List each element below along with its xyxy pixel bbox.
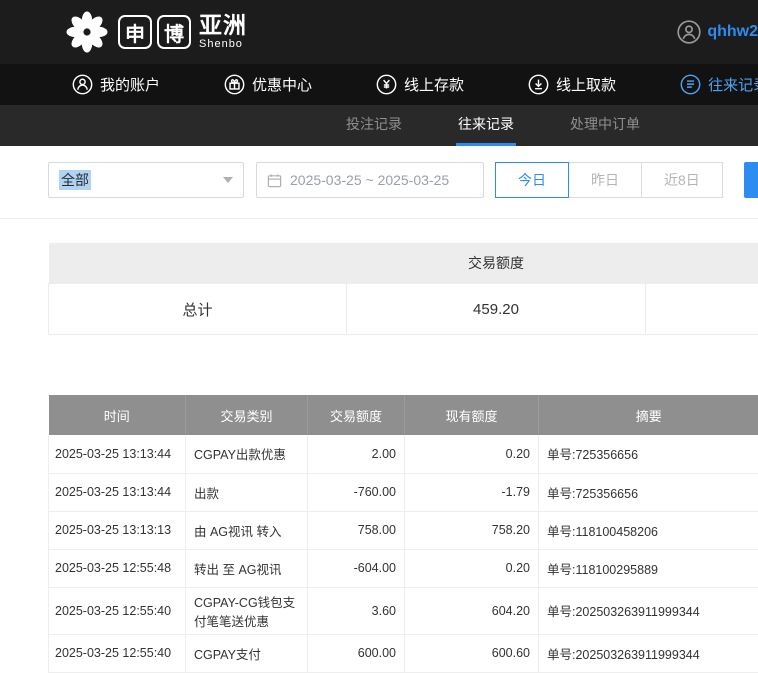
cell-balance: -1.79 <box>405 473 539 511</box>
cell-type: CGPAY出款优惠 <box>186 435 308 473</box>
tab-pending-orders[interactable]: 处理中订单 <box>568 105 642 146</box>
col-header-note: 摘要 <box>539 395 758 435</box>
username[interactable]: qhhw2 <box>707 23 758 41</box>
cell-note: 单号:202503263911999344 <box>539 587 758 634</box>
table-row: 2025-03-25 12:55:40 CGPAY-CG钱包支付笔笔送优惠 3.… <box>49 587 758 634</box>
cell-time: 2025-03-25 12:55:40 <box>49 634 186 672</box>
filter-bar: 全部 2025-03-25 ~ 2025-03-25 今日 昨日 近8日 <box>0 146 758 219</box>
nav-label: 我的账户 <box>100 74 160 95</box>
flower-logo-icon <box>64 9 110 55</box>
withdraw-icon <box>528 74 549 95</box>
main-nav: 我的账户 优惠中心 线上存款 线上取款 往来记录 <box>0 64 758 105</box>
summary-header-empty <box>49 243 347 284</box>
cell-amount: -604.00 <box>308 549 405 587</box>
cell-note: 单号:118100295889 <box>539 549 758 587</box>
cell-note: 单号:725356656 <box>539 435 758 473</box>
records-icon <box>680 74 701 95</box>
cell-note: 单号:202503263911999344 <box>539 634 758 672</box>
cell-time: 2025-03-25 13:13:44 <box>49 473 186 511</box>
last8days-button[interactable]: 近8日 <box>641 162 723 198</box>
cell-note: 单号:725356656 <box>539 473 758 511</box>
type-select[interactable]: 全部 <box>48 162 244 198</box>
tab-transaction-records[interactable]: 往来记录 <box>456 105 516 146</box>
cell-balance: 604.20 <box>405 587 539 634</box>
cell-type: 由 AG视讯 转入 <box>186 511 308 549</box>
summary-total-row: 总计 459.20 <box>49 284 758 335</box>
brand-logo: 申 博 亚洲 Shenbo <box>64 9 247 55</box>
logo-region: 亚洲 Shenbo <box>199 14 247 50</box>
cell-amount: 3.60 <box>308 587 405 634</box>
nav-label: 往来记录 <box>708 74 758 95</box>
cell-amount: 600.00 <box>308 634 405 672</box>
tab-bet-records[interactable]: 投注记录 <box>344 105 404 146</box>
gift-icon <box>224 74 245 95</box>
cell-type: 转出 至 AG视讯 <box>186 549 308 587</box>
chevron-down-icon <box>223 177 233 183</box>
table-row: 2025-03-25 13:13:13 由 AG视讯 转入 758.00 758… <box>49 511 758 549</box>
summary-table: 交易额度 总计 459.20 <box>48 243 758 335</box>
date-range-input[interactable]: 2025-03-25 ~ 2025-03-25 <box>256 162 484 198</box>
cell-time: 2025-03-25 13:13:44 <box>49 435 186 473</box>
quick-range-buttons: 今日 昨日 近8日 <box>496 162 723 198</box>
nav-item-transactions[interactable]: 往来记录 <box>680 74 758 95</box>
nav-item-deposit[interactable]: 线上存款 <box>376 74 464 95</box>
table-row: 2025-03-25 12:55:48 转出 至 AG视讯 -604.00 0.… <box>49 549 758 587</box>
yesterday-button[interactable]: 昨日 <box>568 162 642 198</box>
sub-tabs: 投注记录 往来记录 处理中订单 <box>0 105 758 146</box>
deposit-icon <box>376 74 397 95</box>
cell-time: 2025-03-25 12:55:40 <box>49 587 186 634</box>
cell-amount: 2.00 <box>308 435 405 473</box>
nav-item-withdraw[interactable]: 线上取款 <box>528 74 616 95</box>
table-row: 2025-03-25 12:55:40 CGPAY支付 600.00 600.6… <box>49 634 758 672</box>
records-table: 时间 交易类别 交易额度 现有额度 摘要 2025-03-25 13:13:44… <box>48 395 758 673</box>
nav-item-my-account[interactable]: 我的账户 <box>72 74 160 95</box>
user-icon <box>72 74 93 95</box>
logo-char-shen: 申 <box>118 15 152 49</box>
cell-type: 出款 <box>186 473 308 511</box>
cell-balance: 0.20 <box>405 549 539 587</box>
date-range-value: 2025-03-25 ~ 2025-03-25 <box>290 172 449 188</box>
account-area[interactable]: qhhw2 <box>677 20 758 44</box>
top-header: 申 博 亚洲 Shenbo qhhw2 <box>0 0 758 64</box>
calendar-icon <box>267 173 282 188</box>
records-header-row: 时间 交易类别 交易额度 现有额度 摘要 <box>49 395 758 435</box>
nav-label: 优惠中心 <box>252 74 312 95</box>
cell-balance: 0.20 <box>405 435 539 473</box>
table-row: 2025-03-25 13:13:44 出款 -760.00 -1.79 单号:… <box>49 473 758 511</box>
logo-region-cn: 亚洲 <box>199 14 247 37</box>
col-header-type: 交易类别 <box>186 395 308 435</box>
cell-type: CGPAY支付 <box>186 634 308 672</box>
cell-amount: -760.00 <box>308 473 405 511</box>
cell-amount: 758.00 <box>308 511 405 549</box>
nav-item-promotions[interactable]: 优惠中心 <box>224 74 312 95</box>
summary-header-amount: 交易额度 <box>347 243 646 284</box>
summary-total-label: 总计 <box>49 284 347 335</box>
logo-region-en: Shenbo <box>199 39 247 50</box>
avatar-icon <box>677 20 701 44</box>
today-button[interactable]: 今日 <box>495 162 569 198</box>
table-row: 2025-03-25 13:13:44 CGPAY出款优惠 2.00 0.20 … <box>49 435 758 473</box>
cell-type: CGPAY-CG钱包支付笔笔送优惠 <box>186 587 308 634</box>
col-header-time: 时间 <box>49 395 186 435</box>
summary-header-empty <box>646 243 758 284</box>
search-button[interactable] <box>744 162 758 198</box>
nav-label: 线上取款 <box>556 74 616 95</box>
type-select-value: 全部 <box>59 170 91 190</box>
summary-empty-cell <box>646 284 758 335</box>
cell-time: 2025-03-25 13:13:13 <box>49 511 186 549</box>
summary-header-row: 交易额度 <box>49 243 758 284</box>
col-header-balance: 现有额度 <box>405 395 539 435</box>
logo-char-bo: 博 <box>157 15 191 49</box>
nav-label: 线上存款 <box>404 74 464 95</box>
cell-balance: 758.20 <box>405 511 539 549</box>
summary-total-value: 459.20 <box>347 284 646 335</box>
cell-note: 单号:118100458206 <box>539 511 758 549</box>
cell-time: 2025-03-25 12:55:48 <box>49 549 186 587</box>
cell-balance: 600.60 <box>405 634 539 672</box>
col-header-amount: 交易额度 <box>308 395 405 435</box>
